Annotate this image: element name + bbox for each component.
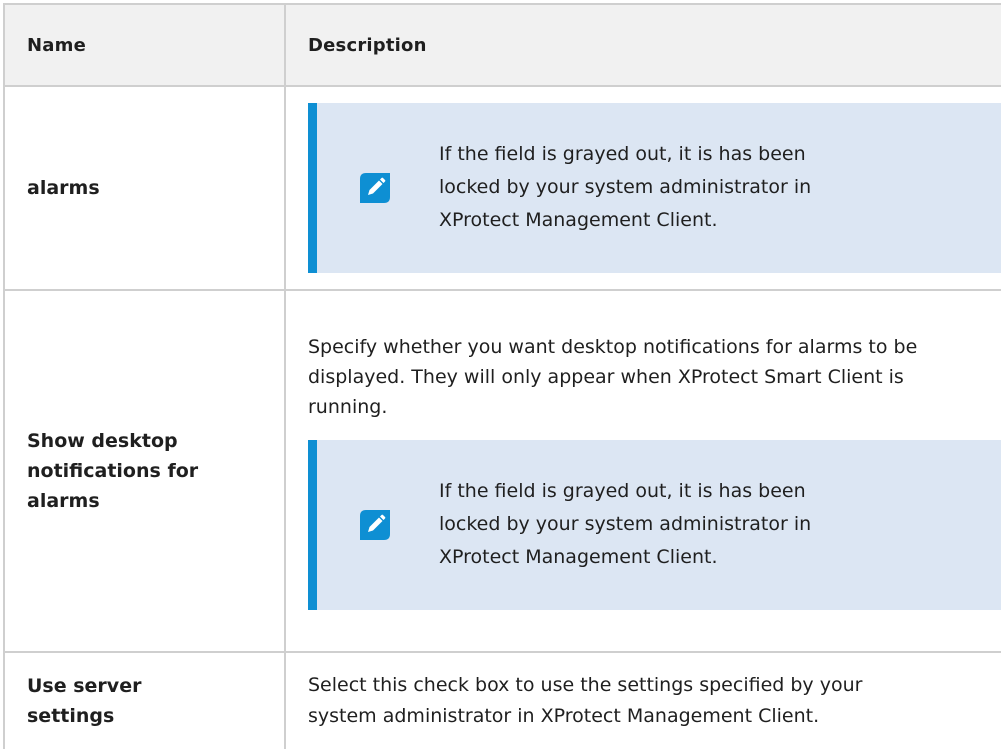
name-line: settings xyxy=(27,704,115,727)
row-description: Specify whether you want desktop notific… xyxy=(284,288,1001,653)
row-description: If the field is grayed out, it is has be… xyxy=(284,85,1001,291)
description-line: system administrator in XProtect Managem… xyxy=(308,704,820,727)
note-text: If the field is grayed out, it is has be… xyxy=(439,475,899,574)
table-header-row: Name Description xyxy=(3,3,1001,87)
row-name-use-server-settings: Use server settings xyxy=(3,650,286,749)
note-box: If the field is grayed out, it is has be… xyxy=(308,439,1001,610)
name-line: alarms xyxy=(27,489,100,512)
name-line: Show desktop xyxy=(27,429,178,452)
pencil-note-icon xyxy=(356,506,394,544)
settings-table: Name Description alarms If the field is xyxy=(3,3,1001,749)
description-line: running. xyxy=(308,395,388,418)
description-text: Specify whether you want desktop notific… xyxy=(308,332,1001,422)
table-row: alarms If the field is grayed out, it is… xyxy=(3,85,1001,291)
row-name-alarms: alarms xyxy=(3,85,286,291)
note-line: locked by your system administrator in xyxy=(439,513,812,535)
note-line: XProtect Management Client. xyxy=(439,546,718,568)
note-line: If the field is grayed out, it is has be… xyxy=(439,143,806,166)
pencil-note-icon xyxy=(356,169,394,207)
header-name: Name xyxy=(3,3,286,87)
note-line: If the field is grayed out, it is has be… xyxy=(439,480,806,502)
description-line: Select this check box to use the setting… xyxy=(308,673,863,696)
header-description: Description xyxy=(284,3,1001,87)
note-box: If the field is grayed out, it is has be… xyxy=(308,102,1001,273)
name-line: Use server xyxy=(27,674,142,697)
table-row: Use server settings Select this check bo… xyxy=(3,650,1001,749)
note-line: XProtect Management Client. xyxy=(439,209,718,232)
note-line: locked by your system administrator in xyxy=(439,176,812,199)
description-line: Specify whether you want desktop notific… xyxy=(308,335,918,358)
row-name-desktop-notifications: Show desktop notifications for alarms xyxy=(3,288,286,653)
name-line: notifications for xyxy=(27,459,199,482)
table-row: Show desktop notifications for alarms Sp… xyxy=(3,288,1001,653)
note-text: If the field is grayed out, it is has be… xyxy=(439,138,899,237)
description-line: displayed. They will only appear when XP… xyxy=(308,365,904,388)
row-description: Select this check box to use the setting… xyxy=(284,650,1001,749)
